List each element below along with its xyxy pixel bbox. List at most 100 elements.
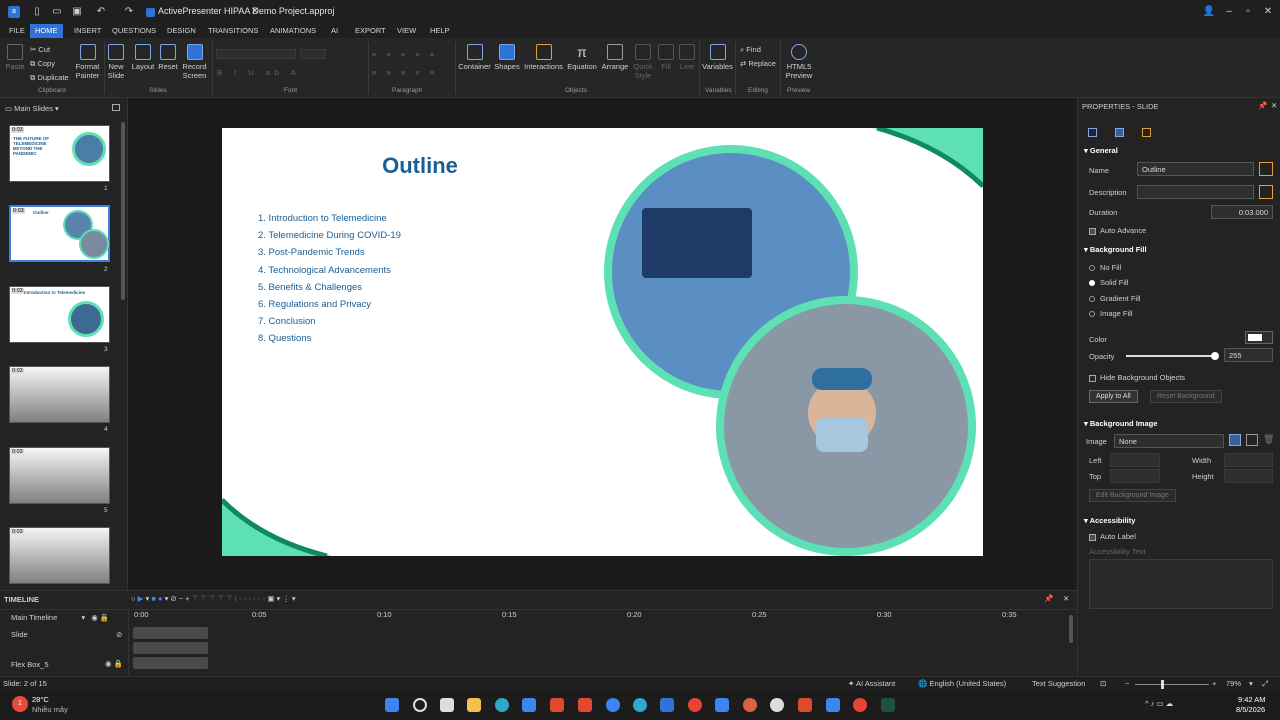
interaction-properties-icon[interactable]	[1142, 128, 1151, 137]
menu-view[interactable]: VIEW	[397, 26, 416, 35]
interactions-button[interactable]: Interactions	[523, 44, 564, 71]
timeline-scrollbar[interactable]	[1069, 615, 1073, 643]
timeline-ruler[interactable]: 0:00 0:05 0:10 0:15 0:20 0:25 0:30 0:35	[129, 610, 1071, 622]
zoom-out-icon[interactable]: −	[1125, 679, 1129, 688]
slide-thumbnail-3[interactable]: 0:03 Introduction to Telemedicine	[9, 286, 110, 343]
menu-ai[interactable]: AI	[331, 26, 338, 35]
ai-assistant-button[interactable]: ✦ AI Assistant	[848, 679, 895, 688]
paragraph-buttons[interactable]: ≡ ≡ ≡ ≡ ≡	[372, 50, 438, 59]
timeline-bar[interactable]	[133, 642, 208, 654]
image-fill-radio[interactable]: Image Fill	[1089, 309, 1133, 318]
timeline-pin-icon[interactable]: 📌	[1044, 594, 1053, 603]
menu-design[interactable]: DESIGN	[167, 26, 196, 35]
open-folder-icon[interactable]: ▭	[50, 5, 64, 19]
zoom-slider-thumb[interactable]	[1161, 680, 1164, 689]
format-painter-button[interactable]: Format Painter	[74, 44, 101, 80]
app-icon[interactable]	[715, 698, 729, 712]
duplicate-button[interactable]: ⧉ Duplicate	[30, 73, 69, 83]
menu-help[interactable]: HELP	[430, 26, 450, 35]
visibility-lock-icons[interactable]: ◉ 🔒	[105, 659, 123, 668]
timeline-toolbar[interactable]: ○ ▶ ▾ ■ ● ▾ ⊘ − + ⊤ ⊤ ⊤ ⊤ ⊤ | ◦ ◦ ◦ ◦ ◦ …	[131, 594, 296, 603]
record-screen-button[interactable]: Record Screen	[181, 44, 208, 80]
slide-title[interactable]: Outline	[332, 153, 508, 179]
text-suggestion-toggle[interactable]: Text Suggestion	[1032, 679, 1085, 688]
zoom-menu-icon[interactable]: ▾	[1249, 679, 1253, 688]
hide-bg-objects-checkbox[interactable]: Hide Background Objects	[1089, 373, 1185, 382]
opacity-slider[interactable]	[1126, 355, 1215, 357]
app-icon[interactable]	[578, 698, 592, 712]
top-field[interactable]	[1110, 469, 1160, 483]
slides-panel-header[interactable]: ▭ Main Slides ▾	[5, 104, 59, 113]
arrange-button[interactable]: Arrange	[600, 44, 630, 71]
reset-button[interactable]: Reset	[157, 44, 179, 71]
save-icon[interactable]: ▣	[70, 5, 84, 19]
maximize-icon[interactable]: ▫	[1241, 5, 1255, 19]
new-file-icon[interactable]: ▯	[30, 5, 44, 19]
opacity-field[interactable]: 255	[1224, 348, 1273, 362]
image-browse-icon[interactable]	[1229, 434, 1241, 446]
app-icon[interactable]	[798, 698, 812, 712]
activepresenter-icon[interactable]	[660, 698, 674, 712]
find-button[interactable]: ⌕ Find	[740, 45, 761, 55]
section-background-fill[interactable]: ▾ Background Fill	[1084, 245, 1147, 254]
claude-icon[interactable]	[743, 698, 757, 712]
chrome-icon[interactable]	[853, 698, 867, 712]
zoom-in-icon[interactable]: +	[1212, 679, 1216, 688]
delete-icon[interactable]: 🗑	[1263, 434, 1274, 446]
section-accessibility[interactable]: ▾ Accessibility	[1084, 516, 1135, 525]
fill-button[interactable]: Fill	[656, 44, 676, 71]
color-picker[interactable]	[1245, 331, 1273, 344]
timeline-bar-slide[interactable]	[133, 627, 208, 639]
name-field[interactable]: Outline	[1137, 162, 1254, 176]
tray-icons[interactable]: ^ ♪ ▭ ☁	[1145, 699, 1173, 708]
pin-icon[interactable]: 📌	[1258, 101, 1267, 110]
alignment-buttons[interactable]: ≡ ≡ ≡ ≡ ≡	[372, 68, 438, 77]
close-tab-icon[interactable]: ✕	[248, 5, 262, 19]
copy-button[interactable]: ⧉ Copy	[30, 59, 55, 69]
description-field[interactable]	[1137, 185, 1254, 199]
store-icon[interactable]	[522, 698, 536, 712]
menu-home[interactable]: HOME	[30, 24, 63, 38]
redo-icon[interactable]: ↷	[122, 5, 136, 19]
main-timeline-select[interactable]: Main Timeline ▾ ◉ 🔒	[11, 613, 109, 622]
outline-list[interactable]: 1. Introduction to Telemedicine 2. Telem…	[258, 210, 401, 348]
search-icon[interactable]	[413, 698, 427, 712]
image-field[interactable]: None	[1114, 434, 1224, 448]
fit-icon[interactable]: ⊡	[1100, 679, 1106, 688]
fullscreen-icon[interactable]: ⤢	[1262, 679, 1268, 689]
font-size-select[interactable]	[300, 49, 326, 59]
solid-fill-radio[interactable]: Solid Fill	[1089, 278, 1128, 287]
menu-insert[interactable]: INSERT	[74, 26, 101, 35]
close-window-icon[interactable]: ✕	[1261, 5, 1275, 19]
opacity-slider-thumb[interactable]	[1211, 352, 1219, 360]
timeline-bar-flexbox[interactable]	[133, 657, 208, 669]
new-slide-button[interactable]: New Slide	[105, 44, 127, 80]
menu-transitions[interactable]: TRANSITIONS	[208, 26, 258, 35]
timeline-close-icon[interactable]: ✕	[1063, 594, 1069, 603]
variables-button[interactable]: Variables	[701, 44, 734, 71]
terminal-icon[interactable]	[881, 698, 895, 712]
line-button[interactable]: Line	[677, 44, 697, 71]
weather-icon[interactable]: 1	[12, 696, 28, 712]
chrome-icon[interactable]	[688, 698, 702, 712]
slide-thumbnail-4[interactable]: 0:03	[9, 366, 110, 423]
menu-file[interactable]: FILE	[9, 26, 25, 35]
equation-button[interactable]: π Equation	[566, 44, 598, 71]
edit-name-icon[interactable]	[1259, 162, 1273, 176]
gradient-fill-radio[interactable]: Gradient Fill	[1089, 294, 1140, 303]
shapes-button[interactable]: Shapes	[493, 44, 521, 71]
zoom-slider[interactable]	[1135, 684, 1209, 685]
slides-scrollbar[interactable]	[121, 122, 125, 300]
edge-icon[interactable]	[495, 698, 509, 712]
link-icon[interactable]: ⊘	[116, 630, 122, 639]
cut-button[interactable]: ✂ Cut	[30, 45, 50, 54]
quick-style-button[interactable]: Quick Style	[632, 44, 654, 80]
language-indicator[interactable]: 🌐 English (United States)	[918, 679, 1006, 688]
start-icon[interactable]	[385, 698, 399, 712]
account-icon[interactable]: 👤	[1202, 5, 1216, 19]
left-field[interactable]	[1110, 453, 1160, 467]
task-view-icon[interactable]	[440, 698, 454, 712]
app-icon[interactable]	[550, 698, 564, 712]
width-field[interactable]	[1224, 453, 1273, 467]
image-file-icon[interactable]	[1246, 434, 1258, 446]
